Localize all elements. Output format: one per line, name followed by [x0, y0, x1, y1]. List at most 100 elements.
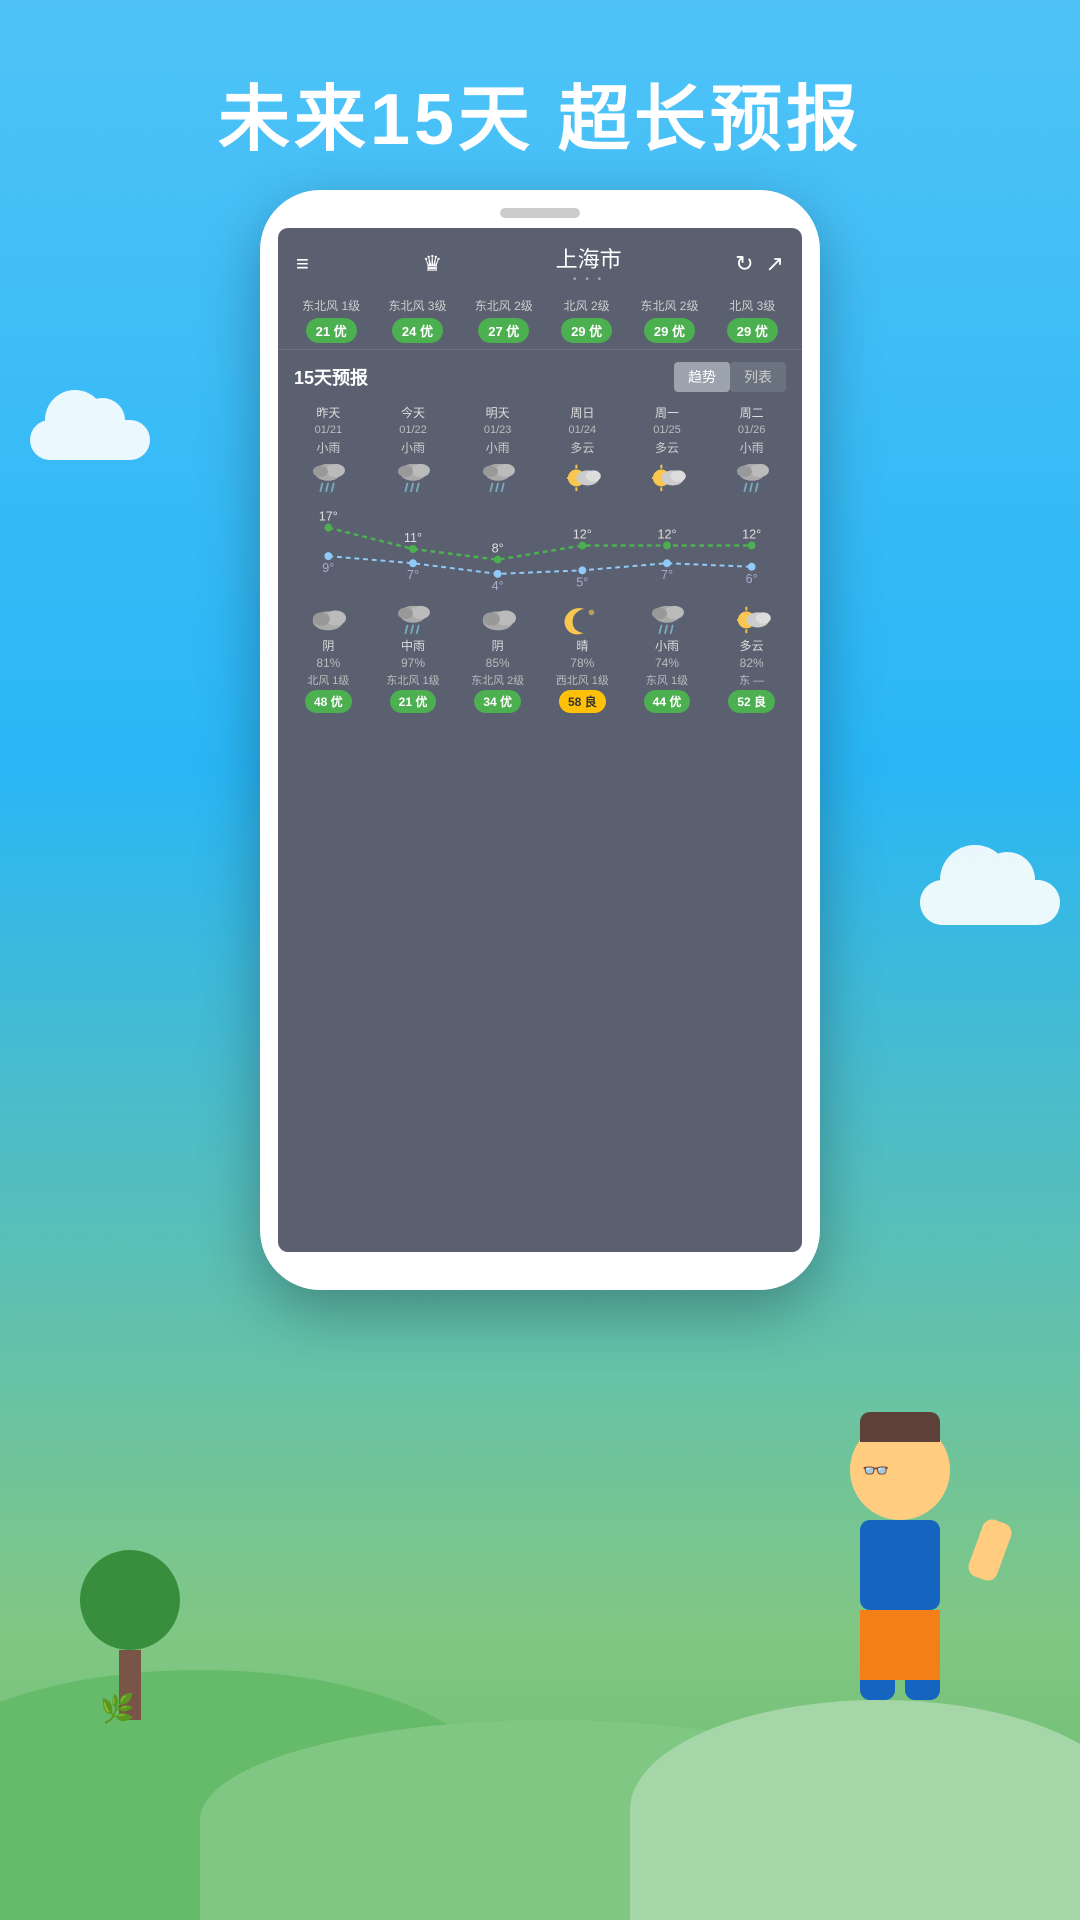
forecast-day-col: 周日 01/24 多云 [540, 400, 625, 499]
svg-text:9°: 9° [322, 560, 334, 575]
forecast-day-col: 明天 01/23 小雨 [455, 400, 540, 499]
city-name: 上海市 [556, 242, 622, 274]
detail-wind: 东 — [739, 672, 764, 688]
grass: 🌿 [100, 1692, 135, 1725]
forecast-day-col: 今天 01/22 小雨 [371, 400, 456, 499]
day-name: 周二 [740, 404, 764, 421]
svg-text:7°: 7° [661, 567, 673, 582]
aqi-badge: 21 优 [306, 318, 357, 343]
day-date: 01/21 [315, 424, 343, 436]
page-dots: • • • [556, 274, 622, 285]
detail-wind: 东北风 1级 [386, 672, 439, 688]
detail-humidity: 97% [401, 656, 425, 670]
detail-humidity: 82% [740, 656, 764, 670]
detail-humidity: 78% [570, 656, 594, 670]
detail-col: 中雨 97% 东北风 1级 21 优 [371, 603, 456, 713]
aqi-badge: 29 优 [561, 318, 612, 343]
detail-weather-icon [732, 603, 772, 635]
detail-aqi-badge: 58 良 [559, 690, 606, 713]
forecast-grid-bottom: 阴 81% 北风 1级 48 优 中雨 97% 东北风 1级 21 优 阴 85… [278, 599, 802, 713]
aqi-cell: 东北风 2级 27 优 [475, 299, 533, 343]
svg-text:5°: 5° [576, 574, 588, 589]
detail-col: 晴 78% 西北风 1级 58 良 [540, 603, 625, 713]
day-condition: 小雨 [740, 439, 764, 456]
character: 👓 [800, 1420, 1000, 1760]
day-date: 01/24 [569, 424, 597, 436]
forecast-header: 15天预报 趋势 列表 [278, 350, 802, 400]
detail-weather-icon [308, 603, 348, 635]
weather-icon [730, 459, 774, 495]
day-name: 昨天 [316, 404, 340, 421]
day-date: 01/22 [399, 424, 427, 436]
detail-col: 小雨 74% 东风 1级 44 优 [625, 603, 710, 713]
phone-screen: ≡ ♛ 上海市 • • • ↻ ↗ 东北风 1级 21 优 东北风 3级 24 … [278, 228, 802, 1252]
detail-aqi-badge: 34 优 [474, 690, 521, 713]
svg-text:17°: 17° [319, 508, 338, 523]
aqi-cell: 北风 3级 29 优 [727, 299, 778, 343]
crown-icon[interactable]: ♛ [422, 251, 442, 277]
cloud-right [920, 880, 1060, 925]
svg-text:12°: 12° [742, 526, 761, 541]
svg-text:7°: 7° [407, 567, 419, 582]
menu-icon[interactable]: ≡ [296, 251, 309, 277]
day-name: 今天 [401, 404, 425, 421]
detail-weather-icon [562, 603, 602, 635]
forecast-day-col: 昨天 01/21 小雨 [286, 400, 371, 499]
forecast-day-col: 周一 01/25 多云 [625, 400, 710, 499]
wind-label: 北风 3级 [729, 299, 775, 315]
detail-condition: 晴 [576, 637, 588, 654]
phone-speaker [500, 208, 580, 218]
list-button[interactable]: 列表 [730, 362, 786, 392]
day-condition: 小雨 [486, 439, 510, 456]
svg-text:12°: 12° [657, 526, 676, 541]
day-condition: 小雨 [401, 439, 425, 456]
detail-condition: 阴 [492, 637, 504, 654]
aqi-cell: 东北风 3级 24 优 [388, 299, 446, 343]
aqi-cell: 东北风 2级 29 优 [640, 299, 698, 343]
aqi-badge: 27 优 [478, 318, 529, 343]
wind-label: 东北风 1级 [302, 299, 360, 315]
wind-label: 东北风 2级 [475, 299, 533, 315]
svg-text:11°: 11° [404, 529, 422, 544]
forecast-grid-top: 昨天 01/21 小雨 今天 01/22 小雨 明天 01/23 小雨 [278, 400, 802, 499]
svg-text:8°: 8° [492, 540, 504, 555]
detail-aqi-badge: 48 优 [305, 690, 352, 713]
cloud-left [30, 420, 150, 460]
aqi-cell: 北风 2级 29 优 [561, 299, 612, 343]
forecast-toggle: 趋势 列表 [674, 362, 786, 392]
detail-weather-icon [647, 603, 687, 635]
detail-wind: 东风 1级 [646, 672, 688, 688]
day-name: 明天 [486, 404, 510, 421]
detail-humidity: 81% [316, 656, 340, 670]
detail-aqi-badge: 21 优 [390, 690, 437, 713]
day-name: 周一 [655, 404, 679, 421]
detail-weather-icon [393, 603, 433, 635]
refresh-icon[interactable]: ↻ [735, 251, 753, 277]
day-date: 01/25 [653, 424, 681, 436]
forecast-day-col: 周二 01/26 小雨 [709, 400, 794, 499]
weather-icon [476, 459, 520, 495]
svg-text:12°: 12° [573, 526, 592, 541]
detail-humidity: 74% [655, 656, 679, 670]
svg-text:6°: 6° [746, 570, 758, 585]
weather-icon [306, 459, 350, 495]
day-condition: 小雨 [316, 439, 340, 456]
trend-button[interactable]: 趋势 [674, 362, 730, 392]
detail-col: 阴 81% 北风 1级 48 优 [286, 603, 371, 713]
day-date: 01/23 [484, 424, 512, 436]
phone-frame: ≡ ♛ 上海市 • • • ↻ ↗ 东北风 1级 21 优 东北风 3级 24 … [260, 190, 820, 1290]
detail-wind: 东北风 2级 [471, 672, 524, 688]
share-icon[interactable]: ↗ [766, 251, 784, 277]
day-condition: 多云 [655, 439, 679, 456]
weather-icon [645, 459, 689, 495]
detail-weather-icon [478, 603, 518, 635]
detail-humidity: 85% [486, 656, 510, 670]
detail-condition: 多云 [740, 637, 764, 654]
forecast-title: 15天预报 [294, 364, 368, 390]
detail-wind: 西北风 1级 [556, 672, 609, 688]
detail-col: 多云 82% 东 — 52 良 [709, 603, 794, 713]
temp-chart: 17°11°8°12°12°12°9°7°4°5°7°6° [286, 499, 794, 599]
detail-condition: 阴 [322, 637, 334, 654]
detail-condition: 小雨 [655, 637, 679, 654]
aqi-badge: 24 优 [392, 318, 443, 343]
